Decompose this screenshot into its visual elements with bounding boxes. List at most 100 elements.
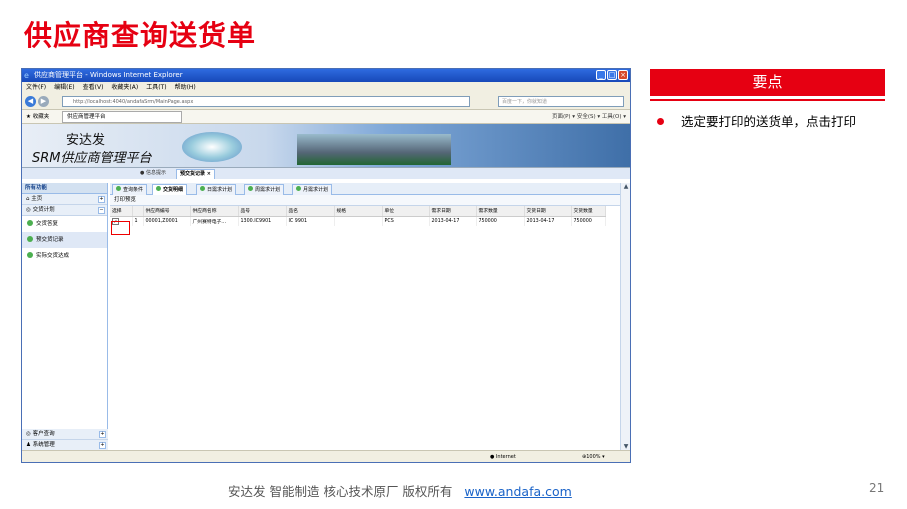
cell-demand-date: 2013-04-17	[429, 216, 477, 226]
main-panel: 查询条件 交货明细 日需求计划 周需求计划 月需求计划 打印预览 选择 供应商编…	[110, 183, 620, 451]
table-row[interactable]: ✓ 1 00001,Z0001 广州赛特电子… 1300.IC9901 IC 9…	[110, 216, 606, 226]
footer-link[interactable]: www.andafa.com	[464, 484, 571, 499]
command-bar[interactable]: 页面(P) ▾ 安全(S) ▾ 工具(O) ▾	[552, 110, 626, 124]
expand-icon[interactable]: +	[98, 196, 105, 203]
scroll-up-icon[interactable]: ▲	[621, 183, 630, 191]
sidebar: 所有功能 ⌂ 主页 + ◎ 交货计划 − 交货答复 预交货记录 实际交货达成 ◎ 客…	[22, 183, 108, 451]
cell-delivery-date: 2013-04-17	[524, 216, 572, 226]
collapse-icon[interactable]: −	[98, 207, 105, 214]
expand-icon[interactable]: +	[99, 431, 106, 438]
app-tabs: ● 信息提示 预交货记录 ×	[22, 168, 630, 179]
col-index	[132, 206, 144, 217]
item-icon	[27, 220, 33, 226]
checkbox-highlight	[111, 221, 130, 235]
sidebar-group-home-label: 主页	[31, 196, 43, 202]
page-number: 21	[869, 481, 885, 495]
tab-info-label: 信息提示	[145, 170, 166, 176]
tab-label: 查询条件	[123, 187, 144, 193]
forward-icon[interactable]: ▶	[38, 96, 49, 107]
address-bar: ◀ ▶ http://localhost:4040/andafaSrm/Main…	[22, 94, 630, 110]
favorites-label: 收藏夹	[32, 114, 50, 120]
expand-icon[interactable]: +	[99, 442, 106, 449]
col-spec[interactable]: 规格	[334, 206, 383, 217]
key-point-item: 选定要打印的送货单，点击打印	[657, 114, 877, 129]
cell-demand-qty: 750000	[476, 216, 525, 226]
cell-item-no: 1300.IC9901	[238, 216, 287, 226]
cell-spec	[334, 216, 383, 226]
tab-label: 月需求计划	[303, 187, 329, 193]
sidebar-header: 所有功能	[22, 183, 107, 194]
menu-tools[interactable]: 工具(T)	[146, 82, 166, 94]
tab-icon	[116, 186, 121, 191]
sidebar-item-label: 实际交货达成	[36, 253, 70, 259]
window-title: 供应商管理平台 - Windows Internet Explorer	[34, 71, 183, 79]
maximize-button[interactable]: □	[607, 70, 617, 80]
tab-monthly-plan[interactable]: 月需求计划	[292, 184, 333, 195]
col-supplier-name[interactable]: 供应商名称	[190, 206, 239, 217]
col-select[interactable]: 选择	[110, 206, 133, 217]
col-delivery-date[interactable]: 交货日期	[524, 206, 572, 217]
app-banner: 安达发 SRM供应商管理平台	[22, 124, 630, 168]
item-icon	[27, 236, 33, 242]
tab-icon	[156, 186, 161, 191]
close-button[interactable]: ×	[618, 70, 628, 80]
window-titlebar: e 供应商管理平台 - Windows Internet Explorer _ …	[22, 69, 630, 82]
menu-help[interactable]: 帮助(H)	[175, 82, 196, 94]
key-points-heading: 要点	[650, 69, 885, 96]
cell-item-name: IC 9901	[286, 216, 335, 226]
banner-platform: SRM供应商管理平台	[32, 151, 152, 166]
col-unit[interactable]: 单位	[382, 206, 430, 217]
tab-label: 交货明细	[163, 187, 184, 193]
sidebar-group-customer-label: 客户查询	[32, 431, 55, 437]
tab-daily-plan[interactable]: 日需求计划	[196, 184, 237, 195]
sidebar-item-actual-delivery[interactable]: 实际交货达成	[22, 248, 107, 264]
favorites-button[interactable]: ★ 收藏夹	[26, 110, 49, 124]
tab-icon	[296, 186, 301, 191]
menu-file[interactable]: 文件(F)	[26, 82, 46, 94]
print-preview-button[interactable]: 打印预览	[110, 195, 620, 206]
ie-icon: e	[24, 71, 29, 80]
footer: 安达发 智能制造 核心技术原厂 版权所有 www.andafa.com	[228, 481, 572, 500]
col-item-no[interactable]: 品号	[238, 206, 287, 217]
tab-label: 日需求计划	[207, 187, 233, 193]
slide-title: 供应商查询送货单	[24, 19, 257, 52]
menu-edit[interactable]: 编辑(E)	[54, 82, 74, 94]
page-tab[interactable]: 供应商管理平台	[62, 111, 182, 123]
zoom-control[interactable]: ⊕100% ▾	[582, 451, 605, 462]
tab-query[interactable]: 查询条件	[112, 184, 148, 195]
sidebar-group-delivery-plan[interactable]: ◎ 交货计划 −	[22, 205, 107, 216]
col-delivery-qty[interactable]: 交货数量	[571, 206, 606, 217]
zoom-label: 100%	[586, 454, 601, 460]
globe-graphic	[182, 132, 242, 162]
url-input[interactable]: http://localhost:4040/andafaSrm/MainPage…	[62, 96, 470, 107]
vertical-scrollbar[interactable]: ▲ ▼	[620, 183, 630, 451]
tab-pre-delivery[interactable]: 预交货记录 ×	[176, 169, 215, 179]
cell-supplier-code: 00001,Z0001	[143, 216, 191, 226]
menu-bar: 文件(F) 编辑(E) 查看(V) 收藏夹(A) 工具(T) 帮助(H)	[22, 82, 630, 94]
tab-weekly-plan[interactable]: 周需求计划	[244, 184, 285, 195]
tab-delivery-detail[interactable]: 交货明细	[152, 184, 188, 195]
zone-label: Internet	[495, 454, 516, 460]
building-photo	[297, 134, 451, 165]
sidebar-group-customer[interactable]: ◎ 客户查询 +	[22, 429, 108, 440]
search-input[interactable]: 百度一下，你就知道	[498, 96, 624, 107]
col-item-name[interactable]: 品名	[286, 206, 335, 217]
table-header: 选择 供应商编号 供应商名称 品号 品名 规格 单位 需求日期 需求数量 交货日…	[110, 206, 606, 217]
sidebar-item-pre-delivery[interactable]: 预交货记录	[22, 232, 107, 248]
menu-view[interactable]: 查看(V)	[83, 82, 104, 94]
menu-favorites[interactable]: 收藏夹(A)	[111, 82, 138, 94]
minimize-button[interactable]: _	[596, 70, 606, 80]
tab-info[interactable]: ● 信息提示	[140, 168, 166, 179]
back-icon[interactable]: ◀	[25, 96, 36, 107]
col-demand-qty[interactable]: 需求数量	[476, 206, 525, 217]
col-demand-date[interactable]: 需求日期	[429, 206, 477, 217]
sidebar-item-reply[interactable]: 交货答复	[22, 216, 107, 232]
sidebar-group-home[interactable]: ⌂ 主页 +	[22, 194, 107, 205]
col-supplier-code[interactable]: 供应商编号	[143, 206, 191, 217]
banner-company: 安达发	[66, 133, 106, 148]
sidebar-group-system-label: 系统管理	[32, 442, 55, 448]
sidebar-item-label: 预交货记录	[36, 237, 64, 243]
tab-pre-delivery-label: 预交货记录	[180, 171, 206, 177]
sidebar-item-label: 交货答复	[36, 221, 59, 227]
tab-icon	[248, 186, 253, 191]
